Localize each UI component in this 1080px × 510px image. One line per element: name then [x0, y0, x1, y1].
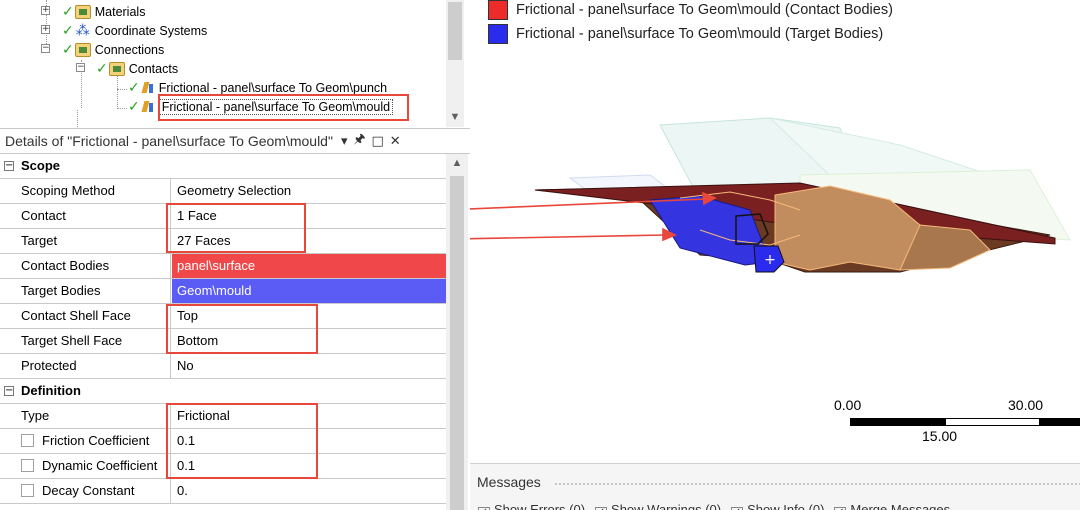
dropdown-icon[interactable]: ▾	[341, 134, 348, 149]
collapse-toggle[interactable]: −	[76, 63, 85, 72]
message-filters: ✓Show Errors (0) ✓Show Warnings (0) ✓Sho…	[478, 502, 950, 510]
folder-icon	[74, 4, 91, 19]
show-warnings-toggle[interactable]: ✓Show Warnings (0)	[595, 502, 721, 510]
scrollbar-thumb[interactable]	[448, 2, 462, 60]
property-row[interactable]: Contact Bodies panel\surface	[0, 254, 446, 279]
property-row[interactable]: Scoping Method Geometry Selection	[0, 179, 446, 204]
annotation-box-tree	[158, 94, 409, 121]
parameter-checkbox[interactable]	[21, 434, 34, 447]
property-name: Scoping Method	[16, 179, 171, 203]
contact-region-icon	[141, 81, 155, 95]
annotation-box-definition	[166, 403, 318, 479]
property-name: Contact Bodies	[16, 254, 171, 278]
expand-toggle[interactable]: +	[41, 25, 50, 34]
parameter-checkbox[interactable]	[21, 484, 34, 497]
tree-item-label: Materials	[94, 4, 146, 19]
tree-item-materials[interactable]: ✓ Materials	[62, 2, 145, 21]
tree-item-connections[interactable]: ✓ Connections	[62, 40, 164, 59]
check-icon: ✓	[62, 22, 74, 39]
scroll-up-icon[interactable]: ▲	[446, 157, 468, 169]
property-name: Target	[16, 229, 171, 253]
details-title: Details of "Frictional - panel\surface T…	[5, 133, 333, 149]
tree-item-coordinate-systems[interactable]: ✓ ⁂ Coordinate Systems	[62, 21, 207, 40]
show-info-toggle[interactable]: ✓Show Info (0)	[731, 502, 824, 510]
check-icon: ✓	[128, 79, 140, 96]
scrollbar-thumb[interactable]	[450, 176, 464, 510]
tree-item-label: Frictional - panel\surface To Geom\punch	[158, 80, 388, 95]
graphics-viewport[interactable]: Frictional - panel\surface To Geom\mould…	[470, 0, 1080, 463]
scale-label-right: 30.00	[1008, 397, 1044, 413]
section-scope[interactable]: − Scope	[0, 154, 446, 179]
folder-icon	[74, 42, 91, 57]
contact-region-icon	[141, 100, 155, 114]
scale-bar-segment-dark	[850, 418, 945, 426]
check-icon: ✓	[128, 98, 140, 115]
property-name: Decay Constant	[42, 483, 135, 498]
property-value-contact-bodies[interactable]: panel\surface	[172, 254, 446, 278]
section-label: Definition	[21, 383, 81, 398]
property-name: Contact Shell Face	[16, 304, 171, 328]
folder-icon	[108, 61, 125, 76]
property-row[interactable]: Target Bodies Geom\mould	[0, 279, 446, 304]
property-value-target-bodies[interactable]: Geom\mould	[172, 279, 446, 303]
details-scrollbar[interactable]: ▲	[446, 154, 468, 510]
property-name: Contact	[16, 204, 171, 228]
model-view[interactable]: +	[470, 0, 1080, 463]
merge-messages-toggle[interactable]: ✓Merge Messages	[834, 502, 950, 510]
property-name: Dynamic Coefficient	[42, 458, 158, 473]
property-row[interactable]: Protected No	[0, 354, 446, 379]
property-name: Type	[16, 404, 171, 428]
details-panel-header: Details of "Frictional - panel\surface T…	[0, 128, 470, 154]
show-errors-toggle[interactable]: ✓Show Errors (0)	[478, 502, 585, 510]
property-name: Target Bodies	[16, 279, 171, 303]
tree-item-contacts[interactable]: ✓ Contacts	[96, 59, 178, 78]
close-icon[interactable]: ✕	[390, 134, 401, 149]
maximize-icon[interactable]: □	[372, 134, 384, 149]
collapse-icon[interactable]: −	[4, 386, 14, 396]
expand-toggle[interactable]: +	[41, 6, 50, 15]
scale-label-left: 0.00	[834, 397, 862, 413]
check-icon: ✓	[62, 3, 74, 20]
property-name: Protected	[16, 354, 171, 378]
tree-item-label: Coordinate Systems	[94, 23, 208, 38]
panel-grip[interactable]	[554, 482, 1080, 487]
property-row[interactable]: Decay Constant 0.	[0, 479, 446, 504]
svg-text:+: +	[764, 252, 776, 268]
property-value[interactable]: No	[172, 354, 446, 378]
messages-panel: Messages ✓Show Errors (0) ✓Show Warnings…	[470, 463, 1080, 510]
scale-bar-segment-light	[945, 418, 1040, 426]
pin-icon[interactable]: 🖈	[353, 130, 365, 152]
outline-tree: + ✓ Materials + ✓ ⁂ Coordinate Systems −…	[0, 0, 470, 127]
coordinate-system-icon: ⁂	[75, 22, 90, 39]
annotation-box-shell-face	[166, 304, 318, 354]
annotation-box-contact-target	[166, 203, 306, 253]
check-icon: ✓	[62, 41, 74, 58]
tree-item-label: Contacts	[128, 61, 179, 76]
messages-title: Messages	[477, 474, 541, 490]
property-name: Target Shell Face	[16, 329, 171, 353]
property-value[interactable]: Geometry Selection	[172, 179, 446, 203]
collapse-toggle[interactable]: −	[41, 44, 50, 53]
app-window: + ✓ Materials + ✓ ⁂ Coordinate Systems −…	[0, 0, 1080, 510]
check-icon: ✓	[96, 60, 108, 77]
tree-item-label: Connections	[94, 42, 165, 57]
collapse-icon[interactable]: −	[4, 161, 14, 171]
scale-bar-segment-dark	[1040, 418, 1080, 426]
section-definition[interactable]: − Definition	[0, 379, 446, 404]
parameter-checkbox[interactable]	[21, 459, 34, 472]
section-label: Scope	[21, 158, 61, 173]
scroll-down-icon[interactable]: ▼	[446, 111, 464, 123]
property-value[interactable]: 0.	[172, 479, 446, 503]
property-name: Friction Coefficient	[42, 433, 150, 448]
tree-scrollbar[interactable]: ▼	[446, 0, 464, 127]
scale-label-mid: 15.00	[922, 428, 958, 444]
